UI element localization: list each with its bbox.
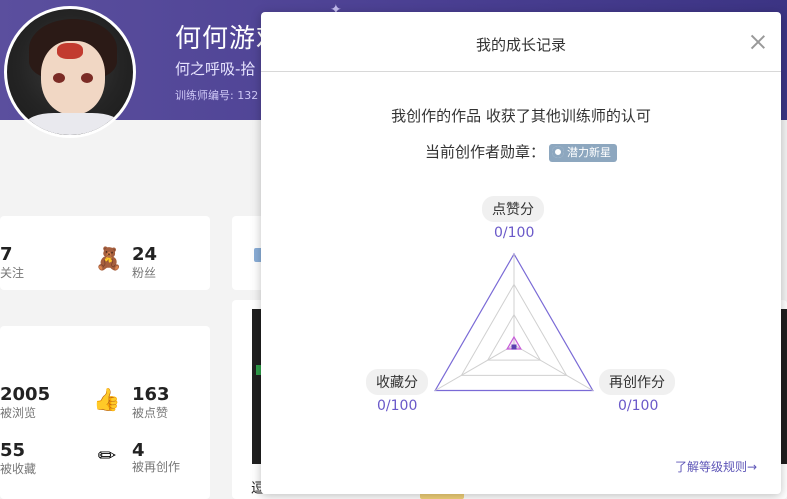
views-count: 2005 xyxy=(0,384,51,405)
likes-count: 163 xyxy=(132,384,170,405)
views-label: 被浏览 xyxy=(0,406,37,420)
recreations-label: 被再创作 xyxy=(132,460,181,474)
level-rules-link[interactable]: 了解等级规则→ xyxy=(675,458,757,475)
axis-label-recreate: 再创作分 xyxy=(599,369,675,395)
avatar-collar xyxy=(25,113,121,135)
axis-label-favorites: 收藏分 xyxy=(366,369,428,395)
recreate-pencil-icon: ✏ xyxy=(97,444,117,469)
favorites-count: 55 xyxy=(0,440,26,461)
profile-subtitle: 何之呼吸-拾 xyxy=(175,60,256,78)
trainer-id: 训练师编号: 132 xyxy=(175,89,259,102)
avatar-eye-right xyxy=(81,73,93,83)
radar-layer xyxy=(434,252,594,392)
like-hand-icon: 👍 xyxy=(93,388,121,413)
followers-label: 粉丝 xyxy=(132,266,157,280)
axis-label-likes: 点赞分 xyxy=(482,196,544,222)
axis-score-likes: 0/100 xyxy=(494,225,535,241)
avatar[interactable] xyxy=(4,6,136,138)
axis-score-favorites: 0/100 xyxy=(377,398,418,414)
radar-center-marker xyxy=(511,344,517,350)
following-label: 关注 xyxy=(0,266,25,280)
following-count[interactable]: 7 xyxy=(0,244,13,265)
followers-count[interactable]: 24 xyxy=(132,244,157,265)
likes-label: 被点赞 xyxy=(132,406,169,420)
axis-score-recreate: 0/100 xyxy=(618,398,659,414)
bear-heart-icon: 🧸 xyxy=(95,247,123,272)
avatar-scar xyxy=(57,43,83,59)
favorites-label: 被收藏 xyxy=(0,462,37,476)
avatar-eye-left xyxy=(53,73,65,83)
growth-record-modal: 我的成长记录 我创作的作品 收获了其他训练师的认可 当前创作者勋章： 潜力新星 点… xyxy=(261,12,781,494)
growth-radar-chart xyxy=(434,252,594,392)
